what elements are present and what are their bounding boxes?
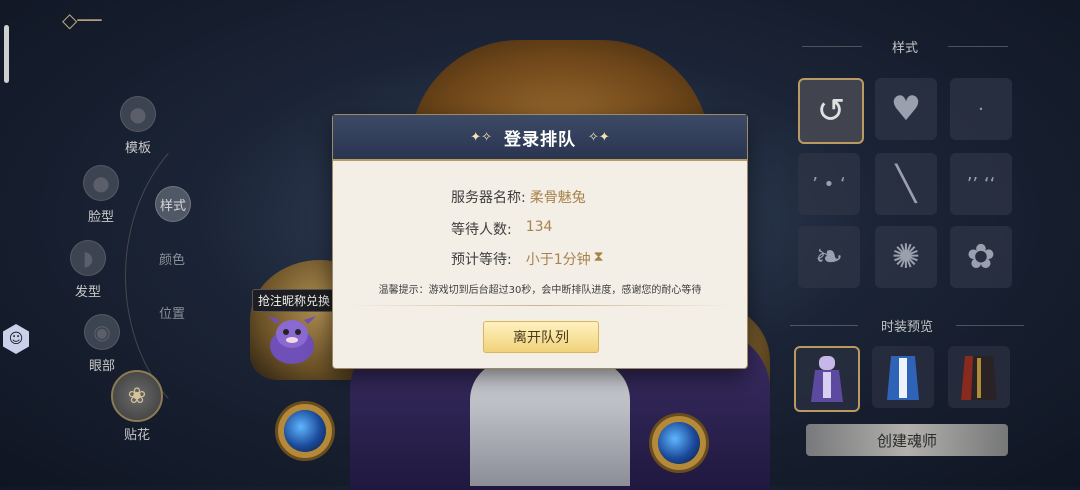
waiting-value: 134 [525, 219, 553, 235]
menu-item-hairstyle[interactable]: ◗ 发型 [53, 240, 123, 300]
costume-preview-blue[interactable] [872, 346, 934, 408]
server-row: 服务器名称: 柔骨魅兔 [451, 187, 586, 207]
server-value: 柔骨魅兔 [529, 190, 586, 206]
waiting-row: 等待人数: 134 [451, 219, 552, 239]
face-shape-icon: ● [83, 165, 119, 201]
server-label: 服务器名称: [451, 190, 526, 206]
decal-emblem-icon: ❀ [111, 370, 163, 422]
eye-icon: ◉ [84, 314, 120, 350]
dot-icon[interactable]: • [950, 78, 1012, 140]
costume-preview-purple[interactable] [794, 346, 860, 412]
costume-blue-icon [887, 356, 919, 400]
leave-queue-button[interactable]: 离开队列 [483, 321, 599, 353]
menu-item-decal[interactable]: ❀ 贴花 [102, 370, 172, 443]
pinwheel-icon[interactable]: ✿ [950, 226, 1012, 288]
skull-badge-icon[interactable]: ☺ [3, 324, 29, 354]
eta-label: 预计等待: [451, 252, 512, 268]
style-section-title: 样式 [802, 37, 1008, 56]
costume-dark-icon [961, 356, 997, 400]
lash-marks-icon[interactable]: ’’ ‘‘ [950, 153, 1012, 215]
spiral-icon[interactable]: ✺ [875, 226, 937, 288]
sub-tab-style[interactable]: 样式 [155, 186, 191, 222]
dialog-divider [347, 305, 733, 306]
create-character-button[interactable]: 创建魂师 [806, 424, 1008, 456]
hairstyle-icon: ◗ [70, 240, 106, 276]
flame-icon[interactable]: ❧ [798, 226, 860, 288]
warm-tip: 温馨提示：游戏切到后台超过30秒，会中断排队进度，感谢您的耐心等待 [378, 285, 702, 296]
right-orb-ornament [658, 422, 700, 464]
costume-preview-dark[interactable] [948, 346, 1010, 408]
menu-item-template[interactable]: ● 模板 [103, 96, 173, 156]
reset-circle-icon[interactable]: ↺ [798, 78, 864, 144]
sparkle-icon: ✧✦ [588, 129, 610, 145]
login-queue-dialog: ✦✧ 登录排队 ✧✦ 服务器名称: 柔骨魅兔 等待人数: 134 预计等待: 小… [333, 115, 747, 368]
dialog-title: 登录排队 [504, 129, 576, 150]
heart-icon[interactable]: ♥ [875, 78, 937, 140]
hourglass-icon: ⧗ [593, 249, 604, 265]
nickname-exchange-tag[interactable]: 抢注昵称兑换 [252, 289, 337, 312]
sparkle-icon: ✦✧ [470, 129, 492, 145]
eta-row: 预计等待: 小于1分钟 ⧗ [451, 249, 603, 269]
rabbit-mascot-icon[interactable] [262, 310, 322, 366]
menu-item-face-shape[interactable]: ● 脸型 [66, 165, 136, 225]
sub-tab-color[interactable]: 颜色 [155, 241, 189, 275]
waiting-label: 等待人数: [451, 222, 512, 238]
sub-tab-position[interactable]: 位置 [155, 295, 189, 329]
costume-preview-title: 时装预览 [790, 316, 1024, 335]
dash-marks-icon[interactable]: ’ • ‘ [798, 153, 860, 215]
back-arrow-icon[interactable]: ◇── [62, 8, 122, 32]
template-head-icon: ● [120, 96, 156, 132]
costume-purple-icon [811, 356, 843, 402]
menu-item-eye[interactable]: ◉ 眼部 [67, 314, 137, 374]
side-drawer-handle[interactable] [4, 25, 9, 83]
slash-icon[interactable]: ╲ [875, 153, 937, 215]
eta-value: 小于1分钟 [525, 252, 591, 268]
dialog-header: ✦✧ 登录排队 ✧✦ [333, 115, 747, 161]
character-collar [470, 360, 630, 486]
